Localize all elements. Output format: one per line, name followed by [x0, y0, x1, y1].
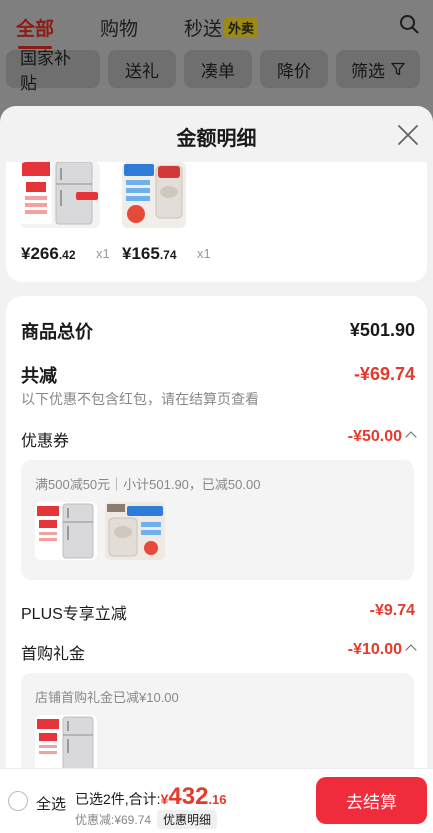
first-purchase-toggle[interactable]: -¥10.00 — [347, 641, 417, 659]
product-quantity: x1 — [96, 246, 110, 261]
price-summary-card: 商品总价 ¥501.90 共减 -¥69.74 以下优惠不包含红包，请在结算页查… — [6, 296, 427, 793]
total-integer: 432 — [168, 783, 209, 810]
tab-all[interactable]: 全部 — [16, 14, 54, 49]
chip-price-drop[interactable]: 降价 — [260, 50, 328, 88]
search-icon[interactable] — [399, 14, 419, 34]
coupon-label: 优惠券 — [21, 433, 70, 450]
product-price: ¥266.42 — [21, 244, 76, 264]
product-quantity: x1 — [197, 246, 211, 261]
fridge-illustration — [20, 162, 98, 225]
product-list-card: ¥266.42 x1 ¥165.74 x1 — [6, 162, 427, 282]
chip-label: 送礼 — [125, 61, 159, 81]
total-reduction-value: -¥69.74 — [353, 364, 415, 384]
fridge-illustration — [35, 502, 94, 560]
total-price-value: ¥501.90 — [349, 320, 415, 340]
chip-gift[interactable]: 送礼 — [108, 50, 176, 88]
total-price-label: 商品总价 — [21, 322, 93, 342]
fridge-product-image[interactable] — [20, 162, 100, 228]
product-price: ¥165.74 — [122, 244, 177, 264]
chevron-up-icon — [405, 644, 417, 656]
funnel-icon — [391, 62, 405, 76]
checkout-button[interactable]: 去结算 — [316, 777, 427, 824]
total-amount: ¥432.16 — [161, 783, 227, 810]
select-all-label[interactable]: 全选 — [36, 793, 66, 814]
chip-label: 凑单 — [201, 61, 235, 81]
select-all-radio[interactable] — [8, 791, 28, 811]
tab-shopping[interactable]: 购物 — [100, 14, 138, 41]
total-decimal: .16 — [208, 792, 227, 807]
saved-amount: 优惠减:¥69.74 — [75, 813, 152, 827]
filter-chips: 国家补贴 送礼 凑单 降价 筛选 — [6, 49, 427, 93]
chip-filter[interactable]: 筛选 — [336, 50, 420, 88]
fridge-thumb — [35, 715, 97, 773]
chip-national-subsidy[interactable]: 国家补贴 — [6, 49, 100, 93]
chip-label: 国家补贴 — [20, 49, 71, 93]
first-purchase-label: 首购礼金 — [21, 646, 86, 663]
takeout-badge: 外卖 — [224, 16, 259, 38]
fridge-thumb — [35, 502, 97, 560]
chevron-up-icon — [405, 431, 417, 443]
price-decimal: .42 — [58, 248, 76, 262]
sheet-title: 金额明细 — [176, 128, 257, 150]
fridge-illustration — [35, 715, 94, 773]
close-icon[interactable] — [397, 124, 419, 146]
chip-label: 降价 — [277, 61, 311, 81]
selected-count-text: 已选2件,合计: — [75, 791, 161, 807]
saved-line: 优惠减:¥69.74 优惠明细 — [75, 810, 218, 829]
tab-express[interactable]: 秒送 外卖 — [184, 14, 259, 41]
first-purchase-value: -¥10.00 — [347, 641, 402, 658]
checkout-bar: 全选 已选2件,合计:¥432.16 优惠减:¥69.74 优惠明细 去结算 — [0, 768, 433, 833]
washer-illustration — [122, 162, 186, 228]
coupon-toggle[interactable]: -¥50.00 — [347, 428, 417, 446]
amount-detail-sheet: 金额明细 ¥266.42 x1 ¥165.74 x1 商品总价 ¥501.90 … — [0, 106, 433, 833]
chip-label: 筛选 — [351, 61, 385, 81]
tab-express-label: 秒送 — [184, 18, 223, 40]
discount-detail-button[interactable]: 优惠明细 — [157, 810, 218, 829]
chip-bundle[interactable]: 凑单 — [184, 50, 252, 88]
washing-machine-product-image[interactable] — [122, 162, 186, 228]
price-decimal: .74 — [159, 248, 177, 262]
first-purchase-detail-text: 店铺首购礼金已减¥10.00 — [35, 690, 179, 705]
price-integer: ¥165 — [122, 244, 160, 263]
total-reduction-label: 共减 — [21, 366, 57, 386]
price-integer: ¥266 — [21, 244, 59, 263]
washer-illustration — [105, 502, 165, 560]
plus-discount-label: PLUS专享立减 — [21, 606, 127, 623]
coupon-detail-box: 满500减50元｜小计501.90，已减50.00 — [21, 460, 414, 580]
plus-discount-value: -¥9.74 — [369, 602, 415, 619]
reduction-note: 以下优惠不包含红包，请在结算页查看 — [21, 391, 259, 407]
coupon-value: -¥50.00 — [347, 428, 402, 445]
coupon-detail-text: 满500减50元｜小计501.90，已减50.00 — [35, 477, 261, 492]
category-tabs: 全部 购物 秒送 外卖 — [16, 12, 421, 49]
washer-thumb — [105, 502, 165, 560]
selected-total-line: 已选2件,合计:¥432.16 — [75, 783, 227, 811]
background-page-header: 全部 购物 秒送 外卖 国家补贴 送礼 凑单 降价 筛选 — [0, 0, 433, 110]
